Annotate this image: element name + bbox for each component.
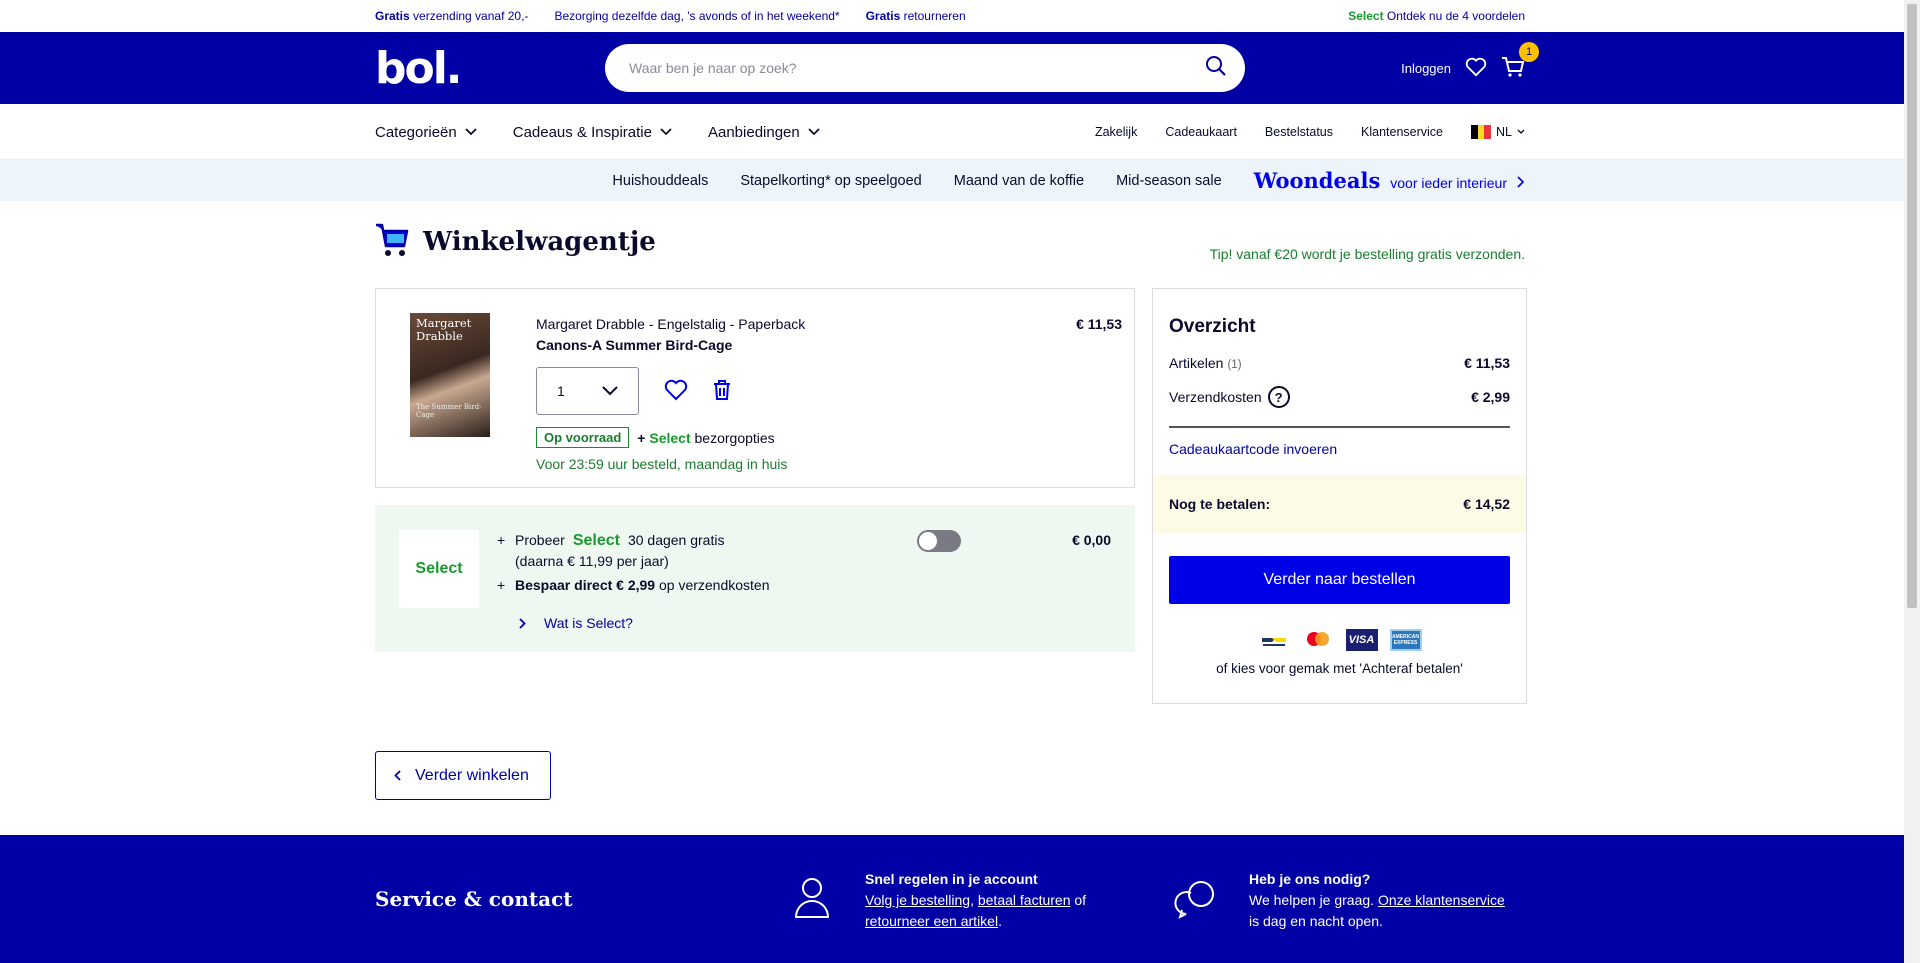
select-delivery-options[interactable]: + Select bezorgopties bbox=[637, 430, 774, 446]
track-order-link[interactable]: Volg je bestelling bbox=[865, 892, 970, 908]
site-footer: Service & contact Snel regelen in je acc… bbox=[0, 835, 1904, 963]
plus-icon: + bbox=[497, 577, 506, 593]
page-scrollbar[interactable] bbox=[1904, 0, 1920, 963]
giftcard-code-link[interactable]: Cadeaukaartcode invoeren bbox=[1169, 441, 1337, 457]
account-person-icon bbox=[792, 875, 832, 924]
mastercard-icon bbox=[1302, 629, 1334, 651]
total-row: Nog te betalen: € 14,52 bbox=[1153, 475, 1526, 533]
return-item-link[interactable]: retourneer een artikel bbox=[865, 913, 998, 929]
cart-title-icon bbox=[375, 222, 409, 263]
delivery-promise: Voor 23:59 uur besteld, maandag in huis bbox=[536, 456, 788, 472]
chevron-right-icon bbox=[519, 617, 526, 629]
amex-icon: AMERICAN EXPRESS bbox=[1389, 629, 1422, 651]
cart-item: Margaret Drabble The Summer Bird-Cage Ma… bbox=[375, 288, 1135, 488]
overview-title: Overzicht bbox=[1169, 316, 1256, 337]
footer-account-col: Snel regelen in je account Volg je beste… bbox=[865, 871, 1087, 929]
payment-methods: VISA AMERICAN EXPRESS bbox=[1153, 629, 1526, 651]
items-price: € 11,53 bbox=[1464, 355, 1510, 371]
pay-later-text: of kies voor gemak met 'Achteraf betalen… bbox=[1216, 661, 1463, 676]
product-title[interactable]: Canons-A Summer Bird-Cage bbox=[536, 337, 805, 353]
shipping-label: Verzendkosten bbox=[1169, 389, 1262, 405]
delete-trash-icon[interactable] bbox=[712, 379, 732, 406]
cart-area: Winkelwagentje Tip! vanaf €20 wordt je b… bbox=[375, 0, 1527, 963]
select-price-note: (daarna € 11,99 per jaar) bbox=[515, 553, 669, 569]
plus-icon: + bbox=[497, 532, 506, 548]
checkout-button[interactable]: Verder naar bestellen bbox=[1169, 556, 1510, 604]
shipping-tip: Tip! vanaf €20 wordt je bestelling grati… bbox=[1209, 246, 1525, 262]
chevron-down-icon bbox=[602, 386, 618, 396]
order-overview: Overzicht Artikelen (1) € 11,53 Verzendko… bbox=[1152, 288, 1527, 704]
shipping-price: € 2,99 bbox=[1471, 389, 1510, 405]
help-question-icon[interactable]: ? bbox=[1267, 386, 1290, 408]
bancontact-icon bbox=[1258, 629, 1290, 651]
footer-help-col: Heb je ons nodig? We helpen je graag. On… bbox=[1249, 871, 1505, 929]
product-price: € 11,53 bbox=[1076, 316, 1122, 332]
select-logo: Select bbox=[399, 530, 479, 608]
chat-bubbles-icon bbox=[1174, 879, 1218, 924]
chevron-left-icon bbox=[394, 770, 401, 781]
total-price: € 14,52 bbox=[1463, 496, 1510, 512]
visa-icon: VISA bbox=[1345, 629, 1378, 651]
footer-title: Service & contact bbox=[375, 887, 573, 911]
page-title: Winkelwagentje bbox=[423, 227, 656, 257]
select-toggle[interactable] bbox=[917, 530, 961, 552]
wishlist-heart-icon[interactable] bbox=[664, 379, 688, 406]
items-label: Artikelen (1) bbox=[1169, 355, 1242, 371]
quantity-select[interactable]: 1 bbox=[536, 367, 639, 415]
pay-invoices-link[interactable]: betaal facturen bbox=[978, 892, 1071, 908]
select-offer: Select + Probeer Select 30 dagen gratis (d… bbox=[375, 505, 1135, 652]
customer-service-link[interactable]: Onze klantenservice bbox=[1378, 892, 1505, 908]
select-price: € 0,00 bbox=[1072, 532, 1111, 548]
continue-shopping-button[interactable]: Verder winkelen bbox=[375, 751, 551, 800]
product-meta: Margaret Drabble - Engelstalig - Paperba… bbox=[536, 316, 806, 332]
in-stock-badge: Op voorraad bbox=[536, 427, 630, 448]
what-is-select-link[interactable]: Wat is Select? bbox=[519, 615, 633, 631]
book-cover-image[interactable]: Margaret Drabble The Summer Bird-Cage bbox=[410, 313, 490, 437]
divider bbox=[1169, 426, 1510, 428]
